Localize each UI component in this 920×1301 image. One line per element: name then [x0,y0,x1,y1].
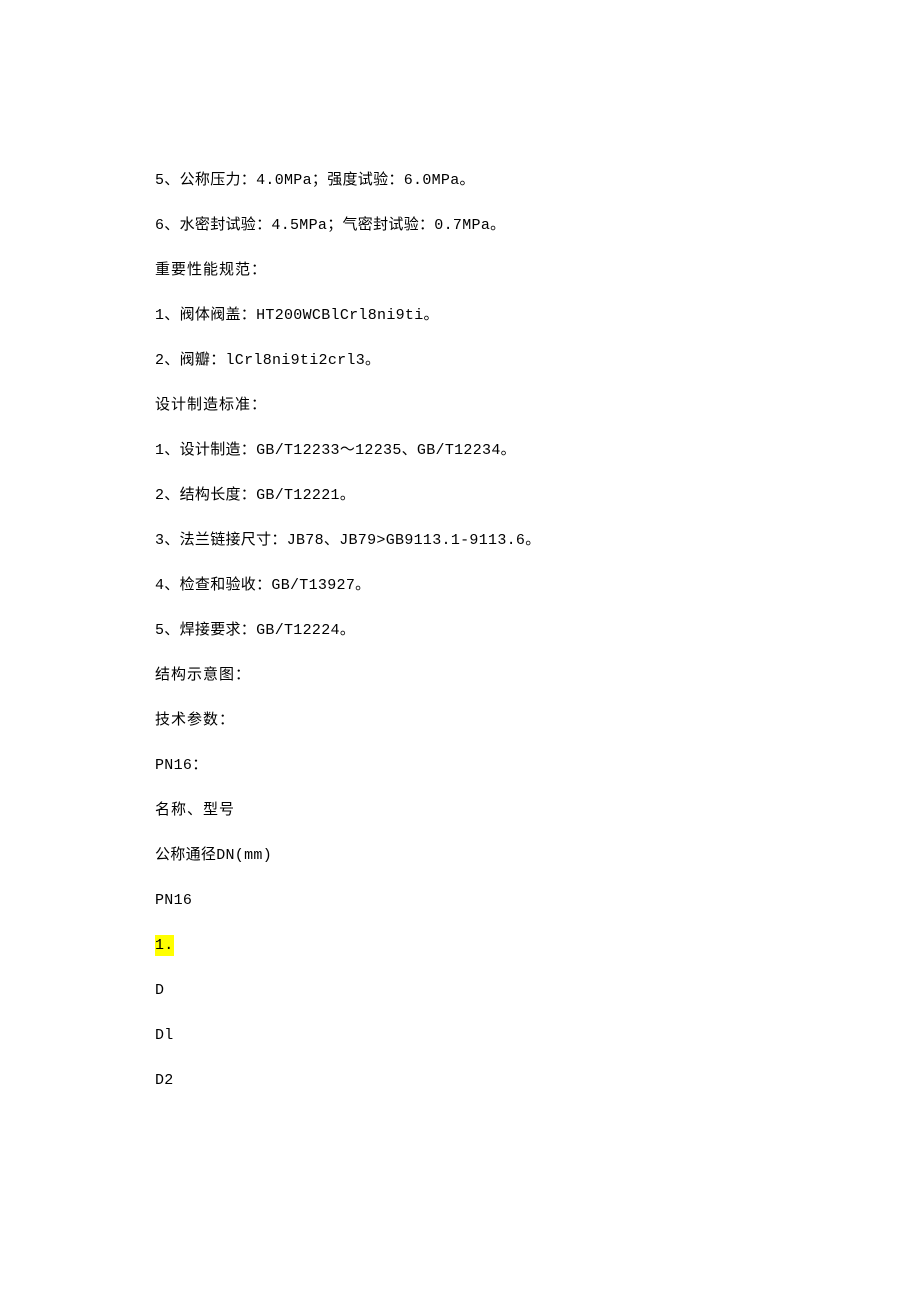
text-line-8: 2、结构长度：GB/T12221。 [155,485,765,506]
text-line-1: 5、公称压力：4.0MPa；强度试验：6.0MPa。 [155,170,765,191]
text-dl: Dl [155,1025,765,1046]
text-dn-mm: 公称通径DN(mm) [155,845,765,866]
text-pn16-colon: PN16： [155,755,765,776]
highlight-row: 1. [155,935,765,956]
section-heading-diagram: 结构示意图： [155,665,765,686]
text-d: D [155,980,765,1001]
text-line-5: 2、阀瓣：lCrl8ni9ti2crl3。 [155,350,765,371]
text-line-7: 1、设计制造：GB/T12233～12235、GB/T12234。 [155,440,765,461]
text-line-10: 4、检查和验收：GB/T13927。 [155,575,765,596]
section-heading-standards: 设计制造标准： [155,395,765,416]
text-line-9: 3、法兰链接尺寸：JB78、JB79>GB9113.1-9113.6。 [155,530,765,551]
text-d2: D2 [155,1070,765,1091]
text-line-11: 5、焊接要求：GB/T12224。 [155,620,765,641]
section-heading-params: 技术参数： [155,710,765,731]
text-line-4: 1、阀体阀盖：HT200WCBlCrl8ni9ti。 [155,305,765,326]
text-name-model: 名称、型号 [155,800,765,821]
text-line-2: 6、水密封试验：4.5MPa；气密封试验：0.7MPa。 [155,215,765,236]
section-heading-performance: 重要性能规范： [155,260,765,281]
highlighted-one: 1. [155,935,174,956]
text-pn16: PN16 [155,890,765,911]
